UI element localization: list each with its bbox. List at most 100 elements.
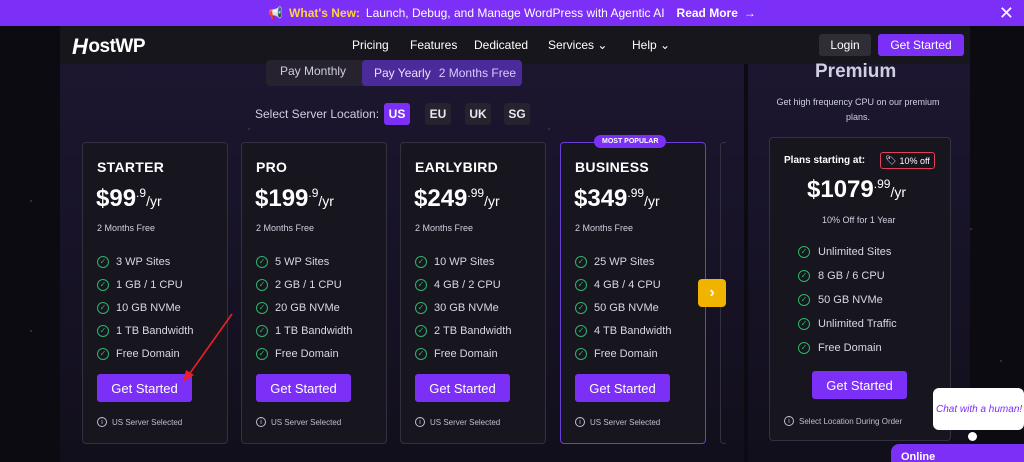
price-period: /yr: [890, 184, 906, 200]
megaphone-icon: 📢: [268, 6, 284, 20]
feature-item: ✓ Free Domain: [575, 342, 671, 365]
check-icon: ✓: [415, 256, 427, 269]
server-note: i US Server Selected: [256, 417, 341, 427]
server-note-text: US Server Selected: [590, 417, 661, 427]
plan-price: $349.99/yr: [574, 185, 660, 213]
get-started-button-business[interactable]: Get Started: [575, 374, 670, 402]
price-amount: $349: [574, 185, 628, 212]
premium-note-text: Select Location During Order: [799, 416, 903, 426]
feature-item: ✓ 10 WP Sites: [415, 251, 511, 274]
get-started-button-pro[interactable]: Get Started: [256, 374, 351, 402]
get-started-button-earlybird[interactable]: Get Started: [415, 374, 510, 402]
check-icon: ✓: [798, 294, 810, 306]
check-icon: ✓: [798, 246, 810, 258]
feature-text: Free Domain: [594, 347, 658, 360]
price-decimal: .99: [627, 186, 645, 200]
login-button[interactable]: Login: [819, 34, 871, 56]
info-icon: i: [415, 417, 425, 427]
premium-starting-label: Plans starting at:: [784, 155, 866, 166]
get-started-button-starter[interactable]: Get Started: [97, 374, 192, 402]
price-decimal: .9: [308, 186, 319, 200]
price-period: /yr: [318, 193, 334, 209]
feature-text: 30 GB NVMe: [434, 301, 499, 314]
check-icon: ✓: [256, 324, 268, 337]
plan-price: $99.9/yr: [96, 185, 162, 213]
feature-text: 2 GB / 1 CPU: [275, 279, 342, 292]
feature-item: ✓ 5 WP Sites: [256, 251, 352, 274]
location-sg-button[interactable]: SG: [504, 103, 530, 125]
check-icon: ✓: [575, 301, 587, 314]
pay-yearly-option[interactable]: Pay Yearly 2 Months Free: [362, 60, 522, 86]
feature-text: 5 WP Sites: [275, 256, 330, 269]
plan-name: BUSINESS: [575, 159, 649, 175]
plan-card-pro: PRO $199.9/yr 2 Months Free ✓ 5 WP Sites …: [241, 142, 387, 444]
feature-item: ✓ 50 GB NVMe: [575, 297, 671, 320]
pay-monthly-option[interactable]: Pay Monthly: [280, 64, 346, 78]
feature-item: ✓ 4 TB Bandwidth: [575, 319, 671, 342]
feature-item: ✓ Free Domain: [256, 342, 352, 365]
feature-list: ✓ 10 WP Sites ✓ 4 GB / 2 CPU ✓ 30 GB NVMe ✓…: [415, 251, 511, 365]
location-uk-button[interactable]: UK: [465, 103, 491, 125]
get-started-button-premium[interactable]: Get Started: [812, 371, 907, 399]
nav-item-dedicated[interactable]: Dedicated: [474, 38, 548, 52]
most-popular-badge: MOST POPULAR: [594, 135, 667, 148]
feature-text: 50 GB NVMe: [818, 294, 883, 306]
server-note-text: US Server Selected: [112, 417, 183, 427]
plan-note: 2 Months Free: [256, 223, 315, 233]
nav-item-help-label: Help: [632, 38, 657, 52]
location-eu-button[interactable]: EU: [425, 103, 451, 125]
check-icon: ✓: [575, 279, 587, 292]
discount-badge: 🏷 10% off: [880, 152, 935, 169]
feature-text: 4 GB / 2 CPU: [434, 279, 501, 292]
feature-list: ✓ 25 WP Sites ✓ 4 GB / 4 CPU ✓ 50 GB NVMe ✓…: [575, 251, 671, 365]
premium-description: Get high frequency CPU on our premium pl…: [776, 97, 940, 122]
info-icon: i: [97, 417, 107, 427]
check-icon: ✓: [97, 324, 109, 337]
nav-item-pricing[interactable]: Pricing: [352, 38, 410, 52]
nav-item-services-label: Services: [548, 38, 595, 52]
plan-note: 2 Months Free: [97, 223, 156, 233]
feature-item: ✓ Free Domain: [415, 342, 511, 365]
read-more-link[interactable]: Read More: [677, 6, 738, 20]
feature-text: 2 TB Bandwidth: [434, 324, 512, 337]
feature-item: ✓ Unlimited Traffic: [798, 312, 897, 336]
logo[interactable]: HostWP: [72, 34, 145, 60]
feature-text: Unlimited Sites: [818, 246, 892, 258]
chevron-down-icon: ⌄: [597, 38, 608, 52]
nav-menu: Pricing Features Dedicated Services ⌄ He…: [352, 38, 682, 52]
check-icon: ✓: [97, 347, 109, 360]
next-plans-button[interactable]: ›: [698, 279, 726, 307]
feature-text: Free Domain: [275, 347, 339, 360]
nav-item-services[interactable]: Services ⌄: [548, 38, 632, 52]
logo-mark: H: [72, 34, 88, 59]
feature-text: 50 GB NVMe: [594, 301, 659, 314]
close-icon[interactable]: ✕: [999, 3, 1014, 24]
feature-item: ✓ Free Domain: [798, 336, 897, 360]
pay-yearly-label: Pay Yearly: [374, 66, 431, 80]
info-icon: i: [575, 417, 585, 427]
feature-text: Free Domain: [434, 347, 498, 360]
premium-location-note: i Select Location During Order: [784, 416, 902, 426]
logo-text: ostWP: [88, 36, 145, 57]
nav-get-started-button[interactable]: Get Started: [878, 34, 964, 56]
feature-text: 4 TB Bandwidth: [594, 324, 672, 337]
chat-online-status[interactable]: Online: [891, 444, 1024, 462]
location-us-button[interactable]: US: [384, 103, 410, 125]
check-icon: ✓: [415, 301, 427, 314]
nav-item-features[interactable]: Features: [410, 38, 474, 52]
check-icon: ✓: [256, 347, 268, 360]
check-icon: ✓: [415, 279, 427, 292]
chat-bubble[interactable]: Chat with a human!: [933, 388, 1024, 430]
premium-feature-list: ✓ Unlimited Sites ✓ 8 GB / 6 CPU ✓ 50 GB NV…: [798, 240, 897, 360]
check-icon: ✓: [256, 301, 268, 314]
feature-list: ✓ 5 WP Sites ✓ 2 GB / 1 CPU ✓ 20 GB NVMe ✓ 1…: [256, 251, 352, 365]
feature-text: 3 WP Sites: [116, 256, 171, 269]
server-note-text: US Server Selected: [430, 417, 501, 427]
price-decimal: .9: [136, 186, 147, 200]
plan-note: 2 Months Free: [575, 223, 634, 233]
feature-item: ✓ 2 TB Bandwidth: [415, 319, 511, 342]
feature-item: ✓ Unlimited Sites: [798, 240, 897, 264]
announcement-highlight: What's New:: [289, 6, 360, 20]
nav-item-help[interactable]: Help ⌄: [632, 38, 682, 52]
feature-text: 1 TB Bandwidth: [116, 324, 194, 337]
